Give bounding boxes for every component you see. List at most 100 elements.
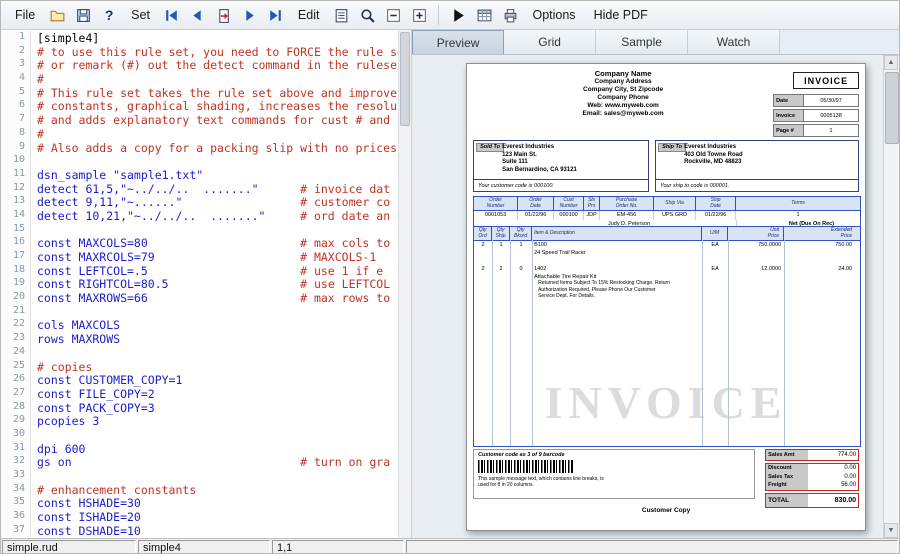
order-value-cell: JDP: [584, 211, 600, 220]
code-text: [31, 469, 37, 483]
code-line[interactable]: 32gs on # turn on gra: [1, 455, 399, 469]
code-line[interactable]: 14detect 10,21,"~../../.. ......." # ord…: [1, 209, 399, 223]
code-line[interactable]: 18const LEFTCOL=.5 # use 1 if e: [1, 264, 399, 278]
code-line[interactable]: 6# constants, graphical shading, increas…: [1, 99, 399, 113]
code-line[interactable]: 37const DSHADE=10: [1, 524, 399, 538]
scroll-thumb[interactable]: [885, 72, 899, 144]
code-line[interactable]: 33: [1, 469, 399, 483]
code-line[interactable]: 34# enhancement constants: [1, 483, 399, 497]
order-value-cell: 1: [736, 211, 860, 220]
code-line[interactable]: 10: [1, 154, 399, 168]
code-line[interactable]: 35const HSHADE=30: [1, 496, 399, 510]
line-number: 35: [1, 496, 31, 510]
sample-message: This sample message text, which contains…: [478, 476, 608, 488]
run-button[interactable]: [446, 3, 470, 27]
code-editor[interactable]: 1[simple4]2# to use this rule set, you n…: [1, 30, 412, 538]
company-line: Company Name: [473, 70, 773, 78]
code-line[interactable]: 1[simple4]: [1, 31, 399, 45]
order-header-cell: Terms: [736, 197, 860, 210]
code-line[interactable]: 31dpi 600: [1, 442, 399, 456]
totals-block: Sales Amt 774.00 Discount0.00Sales Tax0.…: [765, 449, 859, 510]
preview-scrollbar[interactable]: ▲ ▼: [883, 55, 899, 538]
code-line[interactable]: 20const MAXROWS=66 # max rows to: [1, 291, 399, 305]
next-page-button[interactable]: [238, 3, 262, 27]
address-line: 123 Main St.: [502, 152, 577, 160]
code-line[interactable]: 8#: [1, 127, 399, 141]
code-line[interactable]: 13detect 9,11,"~......" # customer co: [1, 195, 399, 209]
code-line[interactable]: 25# copies: [1, 360, 399, 374]
first-page-button[interactable]: [160, 3, 184, 27]
menu-file[interactable]: File: [7, 5, 43, 25]
code-line[interactable]: 36const ISHADE=20: [1, 510, 399, 524]
code-line[interactable]: 19const RIGHTCOL=80.5 # use LEFTCOL: [1, 277, 399, 291]
zoom-in-button[interactable]: [407, 3, 431, 27]
code-line[interactable]: 3# or remark (#) out the detect command …: [1, 58, 399, 72]
menu-options[interactable]: Options: [524, 5, 583, 25]
menu-set[interactable]: Set: [123, 5, 158, 25]
code-line[interactable]: 5# This rule set takes the rule set abov…: [1, 86, 399, 100]
code-line[interactable]: 21: [1, 305, 399, 319]
code-line[interactable]: 11dsn_sample "sample1.txt": [1, 168, 399, 182]
open-folder-icon: [49, 7, 66, 24]
item-ext-price-cell: 750.00: [784, 242, 860, 257]
code-line[interactable]: 23rows MAXROWS: [1, 332, 399, 346]
company-line: Company Address: [473, 78, 773, 86]
line-number: 26: [1, 373, 31, 387]
editor-scrollbar[interactable]: [398, 30, 411, 538]
code-text: # enhancement constants: [31, 483, 196, 497]
open-button[interactable]: [45, 3, 69, 27]
list-button[interactable]: [329, 3, 353, 27]
prev-page-button[interactable]: [186, 3, 210, 27]
code-text: const MAXCOLS=80 # max cols to: [31, 236, 390, 250]
invoice-meta: Date05/30/97Invoice0005138Page #1: [773, 94, 859, 139]
tab-sample[interactable]: Sample: [596, 30, 688, 54]
status-section: simple4: [138, 540, 270, 554]
print-button[interactable]: [498, 3, 522, 27]
code-line[interactable]: 7# and adds explanatory text commands fo…: [1, 113, 399, 127]
last-page-button[interactable]: [264, 3, 288, 27]
item-qty-cell: 2: [474, 242, 492, 257]
save-button[interactable]: [71, 3, 95, 27]
tab-watch[interactable]: Watch: [688, 30, 780, 54]
code-text: # copies: [31, 360, 92, 374]
line-number: 31: [1, 442, 31, 456]
goto-page-button[interactable]: [212, 3, 236, 27]
code-line[interactable]: 28const PACK_COPY=3: [1, 401, 399, 415]
code-text: # or remark (#) out the detect command i…: [31, 58, 397, 72]
code-line[interactable]: 9# Also adds a copy for a packing slip w…: [1, 141, 399, 155]
editor-scroll-thumb[interactable]: [400, 32, 410, 126]
scroll-up-button[interactable]: ▲: [884, 55, 898, 70]
tab-grid[interactable]: Grid: [504, 30, 596, 54]
code-line[interactable]: 4#: [1, 72, 399, 86]
code-line[interactable]: 16const MAXCOLS=80 # max cols to: [1, 236, 399, 250]
main-split: 1[simple4]2# to use this rule set, you n…: [1, 30, 899, 538]
code-text: const ISHADE=20: [31, 510, 141, 524]
zoom-out-button[interactable]: [381, 3, 405, 27]
code-line[interactable]: 12detect 61,5,"~../../.. ......." # invo…: [1, 182, 399, 196]
order-value-cell: 000100: [554, 211, 584, 220]
code-line[interactable]: 27const FILE_COPY=2: [1, 387, 399, 401]
line-number: 30: [1, 428, 31, 442]
code-line[interactable]: 30: [1, 428, 399, 442]
order-value-cell: 0001053: [474, 211, 518, 220]
code-line[interactable]: 17const MAXRCOLS=79 # MAXCOLS-1: [1, 250, 399, 264]
code-line[interactable]: 22cols MAXCOLS: [1, 318, 399, 332]
menu-edit[interactable]: Edit: [290, 5, 328, 25]
first-page-icon: [163, 7, 180, 24]
grid-view-button[interactable]: [472, 3, 496, 27]
item-ext-price-cell: 24.00: [784, 266, 860, 281]
search-button[interactable]: [355, 3, 379, 27]
statusbar: simple.rud simple4 1,1: [1, 538, 899, 554]
code-line[interactable]: 29pcopies 3: [1, 414, 399, 428]
help-button[interactable]: ?: [97, 3, 121, 27]
pdf-preview[interactable]: Company NameCompany AddressCompany City,…: [412, 55, 899, 538]
tab-preview[interactable]: Preview: [412, 30, 504, 54]
code-line[interactable]: 2# to use this rule set, you need to FOR…: [1, 45, 399, 59]
code-line[interactable]: 26const CUSTOMER_COPY=1: [1, 373, 399, 387]
code-line[interactable]: 24: [1, 346, 399, 360]
item-qty-cell: 1: [510, 242, 532, 257]
total-value: 830.00: [808, 494, 858, 507]
code-line[interactable]: 15: [1, 223, 399, 237]
hide-pdf-button[interactable]: Hide PDF: [586, 5, 656, 25]
scroll-down-button[interactable]: ▼: [884, 523, 898, 538]
